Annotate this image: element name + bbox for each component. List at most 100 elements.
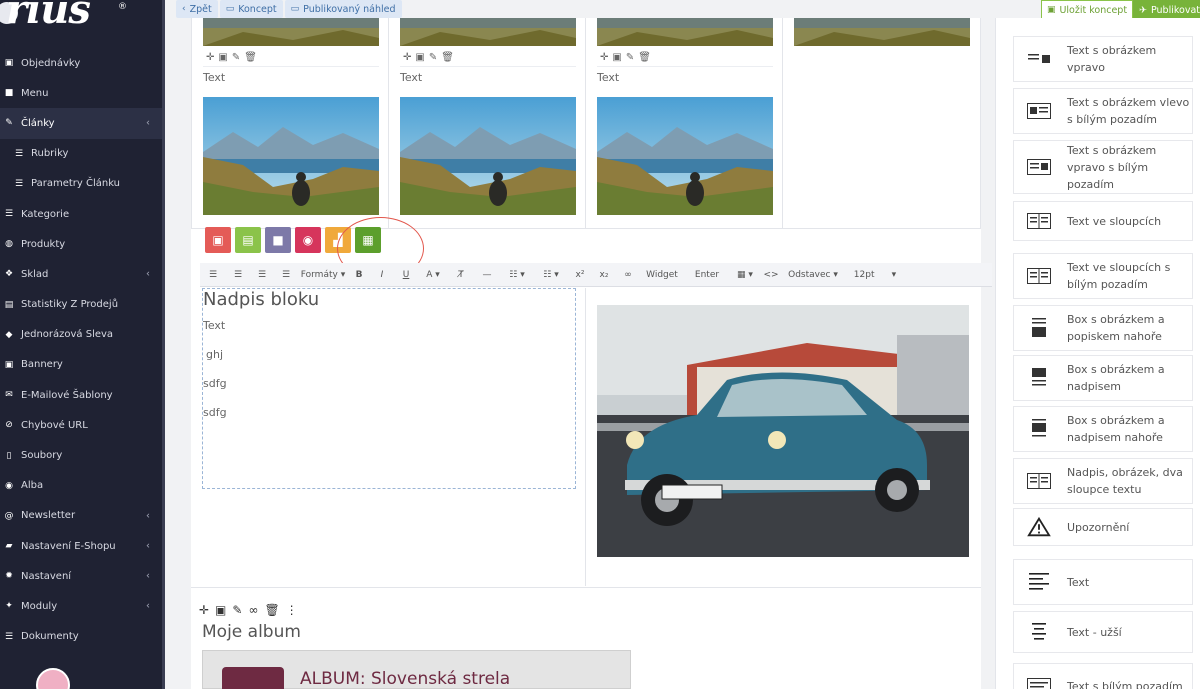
gallery-caption[interactable]: Text [203,71,225,84]
bullet-list-icon[interactable]: ☷ ▾ [500,270,534,280]
preview-button[interactable]: ▭ Publikovaný náhled [284,0,402,18]
widget-item[interactable]: Text [1013,559,1193,605]
italic-icon[interactable]: I [370,270,394,280]
widget-item[interactable]: Box s obrázkem a popiskem nahoře [1013,305,1193,351]
widget-item[interactable]: Box s obrázkem a nadpisem [1013,355,1193,401]
horizontal-rule-icon[interactable]: — [474,270,500,280]
landscape-image[interactable] [203,18,379,46]
underline-icon[interactable]: U [394,270,418,280]
widget-item[interactable]: Text ve sloupcích s bílým pozadím [1013,253,1193,299]
item-tools[interactable]: ✛▣✎🗑 [403,52,458,63]
photo-block-button[interactable]: ◉ [295,227,321,253]
album-label: ALBUM: Slovenská strela [300,669,511,689]
text-image-left-white-icon [1027,101,1051,121]
align-right-icon[interactable]: ☰ [250,270,274,280]
landscape-image[interactable] [597,18,773,46]
sidebar-item-label: Nastavení E-Shopu [21,540,116,552]
text-line[interactable]: ghj [206,348,223,361]
widget-item[interactable]: Text s obrázkem vpravo [1013,36,1193,82]
list-icon: ☰ [4,209,14,220]
landscape-image[interactable] [794,18,970,46]
sidebar-item[interactable]: ▤ Statistiky Z Prodejů [0,290,162,320]
widget-button[interactable]: Widget [640,270,684,280]
text-line[interactable]: Text [203,319,225,332]
link-icon[interactable]: ∞ [616,270,640,280]
monitor-icon: ▭ [290,4,300,14]
sidebar-item[interactable]: ▣ Objednávky [0,48,162,78]
subscript-icon[interactable]: x₂ [592,270,616,280]
landscape-image[interactable] [203,97,379,215]
font-size-dropdown[interactable]: 12pt ▾ [844,270,906,280]
numbered-list-icon[interactable]: ☷ ▾ [534,270,568,280]
widget-item[interactable]: Upozornění [1013,508,1193,546]
sidebar-item[interactable]: ◍ Produkty [0,229,162,259]
sidebar-item[interactable]: ◆ Jednorázová Sleva [0,320,162,350]
gallery-caption[interactable]: Text [400,71,422,84]
superscript-icon[interactable]: x² [568,270,592,280]
text-narrow-icon [1027,622,1051,642]
sidebar-item[interactable]: ✹ Nastavení ‹ [0,561,162,591]
sidebar-item[interactable]: ■ Menu [0,78,162,108]
sidebar-item[interactable]: ▰ Nastavení E-Shopu ‹ [0,531,162,561]
enter-button[interactable]: Enter [684,270,730,280]
sidebar-item[interactable]: ◉ Alba [0,471,162,501]
logo[interactable]: rius ® [0,0,162,48]
sidebar-item[interactable]: ✦ Moduly ‹ [0,591,162,621]
gallery-caption[interactable]: Text [597,71,619,84]
widget-item[interactable]: Text ve sloupcích [1013,201,1193,241]
draft-button[interactable]: ▭ Koncept [219,0,283,18]
sidebar-item[interactable]: ☰ Rubriky [0,139,162,169]
clear-format-icon[interactable]: T̸ [448,270,474,280]
sidebar-item[interactable]: ☰ Dokumenty [0,622,162,652]
bold-icon[interactable]: B [348,270,370,280]
car-image[interactable] [597,305,969,557]
text-line[interactable]: sdfg [203,406,227,419]
back-button[interactable]: ‹ Zpět [176,0,218,18]
text-line[interactable]: sdfg [203,377,227,390]
align-justify-icon[interactable]: ☰ [274,270,298,280]
widget-item[interactable]: Text s obrázkem vpravo s bílým pozadím [1013,140,1193,194]
sidebar-item[interactable]: ✎ Články ‹ [0,108,162,139]
landscape-image[interactable] [400,97,576,215]
formats-dropdown[interactable]: Formáty ▾ [298,270,348,280]
widget-label: Text s obrázkem vpravo [1067,44,1157,74]
item-tools[interactable]: ✛▣✎🗑 [600,52,655,63]
sidebar-item[interactable]: ☰ Parametry Článku [0,169,162,199]
sidebar-item[interactable]: ⊘ Chybové URL [0,410,162,440]
gear-icon: ✹ [5,571,13,582]
video-block-button[interactable]: ■ [265,227,291,253]
publish-button[interactable]: ✈ Publikovat [1133,0,1200,20]
block-heading[interactable]: Nadpis bloku [203,289,319,310]
avatar[interactable] [36,668,70,689]
sidebar-item[interactable]: ▣ Bannery [0,350,162,380]
align-center-icon[interactable]: ☰ [226,270,250,280]
album-heading[interactable]: Moje album [202,622,301,642]
text-white-icon [1027,676,1051,689]
widget-item[interactable]: Nadpis, obrázek, dva sloupce textu [1013,458,1193,504]
save-draft-button[interactable]: ▣ Uložit koncept [1041,0,1133,20]
sidebar-item[interactable]: ❖ Sklad ‹ [0,259,162,289]
landscape-image[interactable] [597,97,773,215]
landscape-image[interactable] [400,18,576,46]
gallery-column: ✛▣✎🗑 Text [389,18,586,229]
align-left-icon[interactable]: ☰ [200,270,226,280]
document-block-button[interactable]: ▤ [235,227,261,253]
album-tools[interactable]: ✛▣✎∞🗑⋮ [199,603,304,617]
album-card[interactable]: ALBUM: Slovenská strela [202,650,631,689]
item-tools[interactable]: ✛▣✎🗑 [206,52,261,63]
paragraph-dropdown[interactable]: Odstavec ▾ [782,270,844,280]
image-block-button[interactable]: ▣ [205,227,231,253]
sidebar-item[interactable]: @ Newsletter ‹ [0,501,162,531]
sidebar-item[interactable]: ▯ Soubory [0,440,162,470]
sidebar-item[interactable]: ☰ Kategorie [0,199,162,229]
text-color-icon[interactable]: A ▾ [418,270,448,280]
text-block-editor[interactable]: Nadpis bloku Text ghj sdfg sdfg [202,288,576,489]
widget-item[interactable]: Text s bílým pozadím [1013,663,1193,689]
widget-item[interactable]: Text - užší [1013,611,1193,653]
table-icon[interactable]: ▦ ▾ [730,270,760,280]
sidebar-item[interactable]: ✉ E-Mailové Šablony [0,380,162,410]
widget-item[interactable]: Box s obrázkem a nadpisem nahoře [1013,406,1193,452]
code-icon[interactable]: <> [760,270,782,280]
sidebar-scrollbar[interactable] [162,0,165,689]
widget-item[interactable]: Text s obrázkem vlevo s bílým pozadím [1013,88,1193,134]
